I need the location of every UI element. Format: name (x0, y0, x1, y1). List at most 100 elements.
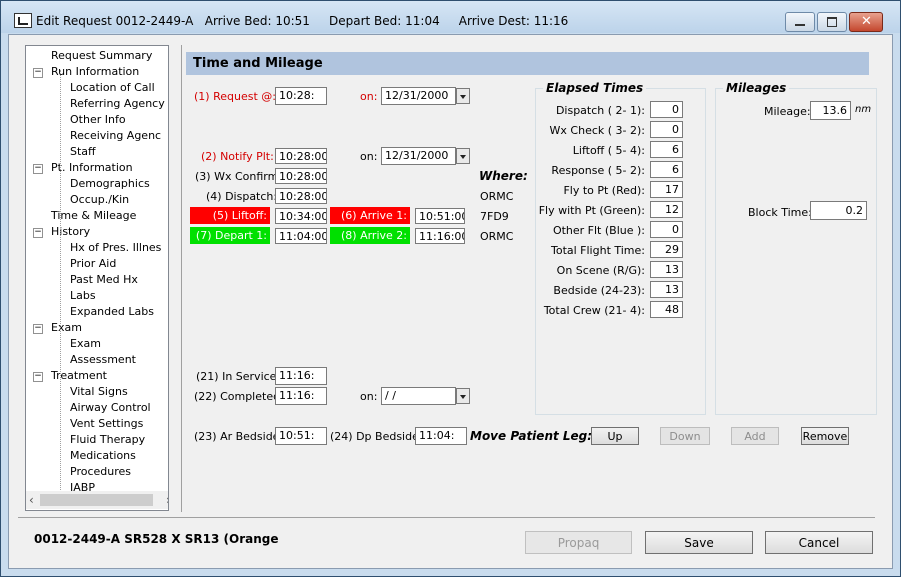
minimize-button[interactable] (785, 12, 815, 32)
wx-confirm-label: (3) Wx Confirm: (195, 170, 283, 183)
tree-item[interactable]: Medications (70, 449, 136, 462)
tree-item[interactable]: Prior Aid (70, 257, 116, 270)
scroll-right-icon[interactable]: › (166, 493, 168, 507)
elapsed-row-label: Total Crew (21- 4): (543, 304, 645, 317)
elapsed-row-label: Fly with Pt (Green): (538, 204, 645, 217)
notify-date-field[interactable]: 12/31/2000 (381, 147, 456, 165)
completed-date-label: on: (360, 390, 378, 403)
arrive-dest-info: Arrive Dest: 11:16 (458, 14, 569, 28)
remove-leg-button[interactable]: Remove (801, 427, 849, 445)
request-date-field[interactable]: 12/31/2000 (381, 87, 456, 105)
tree-item[interactable]: Time & Mileage (51, 209, 136, 222)
elapsed-row-value: 13 (650, 261, 683, 278)
tree-horizontal-scroll-thumb[interactable] (40, 494, 153, 506)
tree-item[interactable]: Vital Signs (70, 385, 128, 398)
tree-item[interactable]: Exam (70, 337, 101, 350)
move-down-button[interactable]: Down (660, 427, 710, 445)
maximize-button[interactable] (817, 12, 847, 32)
ar-bedside-field[interactable]: 10:51: (275, 427, 327, 445)
tree-item[interactable]: IABP (70, 481, 95, 494)
arrive1-field[interactable]: 10:51:00 (415, 208, 465, 224)
tree-item[interactable]: Assessment (70, 353, 136, 366)
tree-item[interactable]: Exam (51, 321, 82, 334)
tree-item[interactable]: Airway Control (70, 401, 151, 414)
tree-item[interactable]: Run Information (51, 65, 139, 78)
tree-item[interactable]: Pt. Information (51, 161, 133, 174)
cancel-button[interactable]: Cancel (765, 531, 873, 554)
tree-item[interactable]: Procedures (70, 465, 131, 478)
in-service-field[interactable]: 11:16: (275, 367, 327, 385)
elapsed-row-value: 13 (650, 281, 683, 298)
move-up-button[interactable]: Up (591, 427, 639, 445)
navigation-tree[interactable]: ˄ ˅ ‹ › Request SummaryRun Information−L… (25, 45, 169, 511)
tree-item[interactable]: Hx of Pres. Illnes (70, 241, 161, 254)
tree-item[interactable]: Fluid Therapy (70, 433, 145, 446)
in-service-label: (21) In Service: (196, 370, 281, 383)
tree-item[interactable]: Receiving Agenc (70, 129, 161, 142)
tree-guide-line (60, 70, 61, 490)
elapsed-row-label: Liftoff ( 5- 4): (572, 144, 645, 157)
block-time-label: Block Time: (748, 206, 812, 219)
wx-confirm-field[interactable]: 10:28:00 (275, 168, 327, 184)
where-arrive2-value: ORMC (480, 230, 514, 243)
completed-date-field[interactable]: / / (381, 387, 456, 405)
tree-item[interactable]: Vent Settings (70, 417, 143, 430)
notify-date-dropdown[interactable] (456, 148, 470, 164)
depart1-field[interactable]: 11:04:00 (275, 228, 327, 244)
tree-item[interactable]: Request Summary (51, 49, 152, 62)
elapsed-row-label: On Scene (R/G): (556, 264, 645, 277)
liftoff-field[interactable]: 10:34:00 (275, 208, 327, 224)
collapse-icon[interactable]: − (33, 164, 43, 174)
tree-item[interactable]: History (51, 225, 90, 238)
dp-bedside-field[interactable]: 11:04: (415, 427, 467, 445)
elapsed-row-value: 12 (650, 201, 683, 218)
tree-item[interactable]: Staff (70, 145, 96, 158)
elapsed-row-value: 48 (650, 301, 683, 318)
notify-date-label: on: (360, 150, 378, 163)
tree-item[interactable]: Other Info (70, 113, 126, 126)
tree-item[interactable]: Location of Call (70, 81, 155, 94)
completed-label: (22) Completed: (194, 390, 284, 403)
maximize-icon (827, 17, 837, 27)
save-button[interactable]: Save (645, 531, 753, 554)
request-time-field[interactable]: 10:28: (275, 87, 327, 105)
elapsed-row-value: 6 (650, 161, 683, 178)
tree-item[interactable]: Past Med Hx (70, 273, 138, 286)
tree-item[interactable]: Expanded Labs (70, 305, 154, 318)
tree-item[interactable]: Labs (70, 289, 96, 302)
depart-bed-info: Depart Bed: 11:04 (329, 14, 440, 28)
completed-date-dropdown[interactable] (456, 388, 470, 404)
elapsed-row-value: 0 (650, 221, 683, 238)
mileage-field[interactable]: 13.6 (810, 101, 851, 120)
elapsed-row-label: Bedside (24-23): (553, 284, 645, 297)
notify-pilot-field[interactable]: 10:28:00 (275, 148, 327, 164)
request-time-label: (1) Request @: (194, 90, 276, 103)
collapse-icon[interactable]: − (33, 68, 43, 78)
dispatch-field[interactable]: 10:28:00 (275, 188, 327, 204)
request-date-dropdown[interactable] (456, 88, 470, 104)
elapsed-row-value: 17 (650, 181, 683, 198)
dispatch-label: (4) Dispatch: (206, 190, 278, 203)
arrive2-field[interactable]: 11:16:00 (415, 228, 465, 244)
request-title: Edit Request 0012-2449-A (36, 14, 194, 28)
scroll-left-icon[interactable]: ‹ (29, 493, 34, 507)
where-dispatch-value: ORMC (480, 190, 514, 203)
elapsed-row-value: 0 (650, 121, 683, 138)
close-button[interactable]: ✕ (849, 12, 883, 32)
block-time-field[interactable]: 0.2 (810, 201, 867, 220)
tree-item[interactable]: Referring Agency (70, 97, 165, 110)
elapsed-row-label: Total Flight Time: (550, 244, 645, 257)
close-icon: ✕ (861, 14, 872, 29)
where-label: Where: (479, 169, 528, 183)
tree-item[interactable]: Occup./Kin (70, 193, 129, 206)
add-leg-button[interactable]: Add (731, 427, 779, 445)
collapse-icon[interactable]: − (33, 228, 43, 238)
collapse-icon[interactable]: − (33, 372, 43, 382)
collapse-icon[interactable]: − (33, 324, 43, 334)
tree-item[interactable]: Demographics (70, 177, 150, 190)
elapsed-row-value: 29 (650, 241, 683, 258)
propaq-button[interactable]: Propaq (525, 531, 632, 554)
completed-field[interactable]: 11:16: (275, 387, 327, 405)
section-title: Time and Mileage (193, 56, 323, 71)
depart1-badge: (7) Depart 1: (190, 227, 270, 244)
